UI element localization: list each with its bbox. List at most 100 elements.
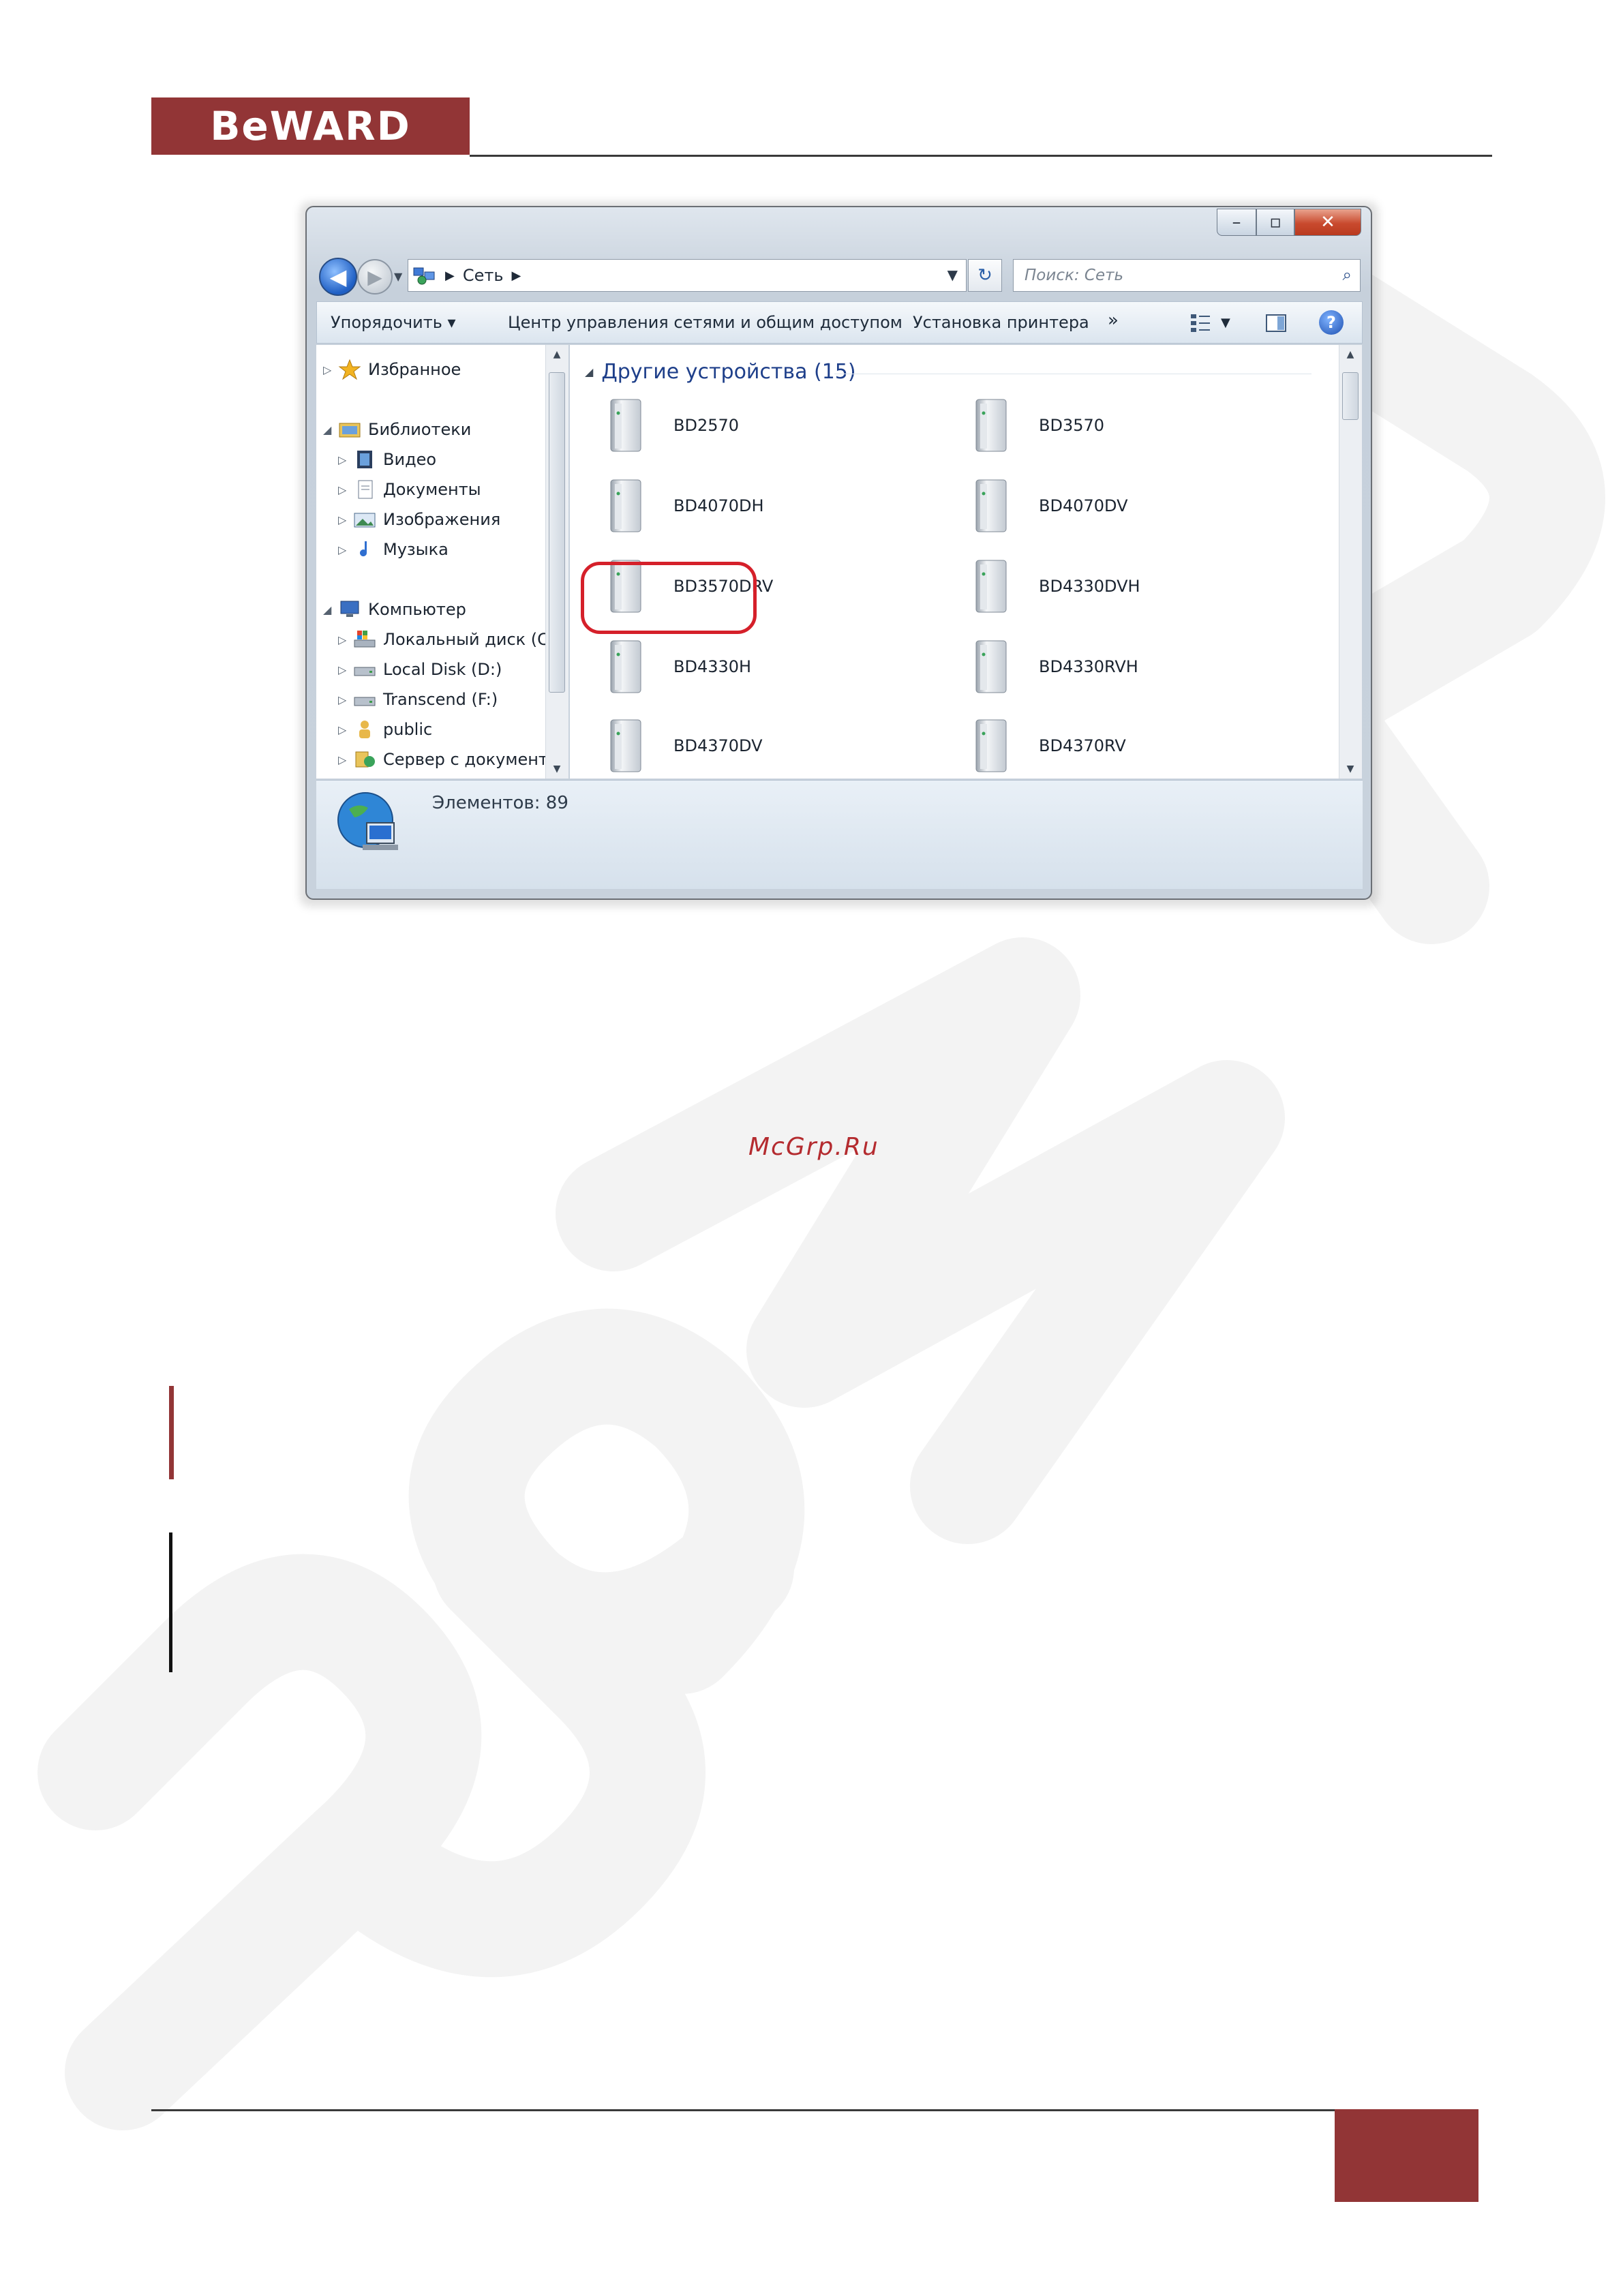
device-item[interactable]: BD4070DV bbox=[971, 477, 1128, 534]
collapse-arrow-icon[interactable]: ◢ bbox=[323, 603, 338, 616]
network-globe-icon bbox=[335, 789, 401, 857]
device-item[interactable]: BD4330DVH bbox=[971, 558, 1140, 615]
device-item[interactable]: BD4370RV bbox=[971, 717, 1126, 774]
add-printer-button[interactable]: Установка принтера bbox=[913, 313, 1089, 332]
nav-local-d[interactable]: ▷ Local Disk (D:) bbox=[338, 656, 502, 683]
libraries-icon bbox=[338, 419, 361, 440]
star-icon bbox=[338, 359, 361, 380]
scroll-up-icon[interactable]: ▲ bbox=[1339, 349, 1361, 360]
device-item[interactable]: BD4330H bbox=[605, 638, 751, 695]
refresh-button[interactable]: ↻ bbox=[968, 259, 1002, 292]
nav-label: Изображения bbox=[383, 510, 501, 529]
drive-icon bbox=[353, 659, 376, 680]
expand-arrow-icon[interactable]: ▷ bbox=[338, 633, 353, 646]
nav-server[interactable]: ▷ Сервер с документ bbox=[338, 746, 548, 773]
device-label: BD2570 bbox=[673, 416, 740, 435]
view-options-icon[interactable] bbox=[1189, 312, 1213, 335]
search-input[interactable]: Поиск: Сеть ⌕ bbox=[1013, 259, 1361, 292]
device-label: BD3570 bbox=[1039, 416, 1105, 435]
network-center-button[interactable]: Центр управления сетями и общим доступом bbox=[508, 313, 902, 332]
nav-local-c[interactable]: ▷ Локальный диск (C bbox=[338, 626, 549, 653]
scroll-down-icon[interactable]: ▼ bbox=[546, 764, 568, 774]
nav-public[interactable]: ▷ public bbox=[338, 716, 432, 743]
device-label: BD4330H bbox=[673, 657, 752, 676]
address-dropdown-icon[interactable]: ▼ bbox=[947, 267, 958, 283]
nav-transcend[interactable]: ▷ Transcend (F:) bbox=[338, 686, 498, 713]
breadcrumb-separator-icon[interactable]: ▶ bbox=[445, 269, 455, 283]
content-scrollbar[interactable]: ▲ ▼ bbox=[1339, 345, 1362, 779]
device-item[interactable]: BD3570 bbox=[971, 397, 1104, 454]
recent-pages-dropdown-icon[interactable]: ▼ bbox=[394, 270, 402, 283]
expand-arrow-icon[interactable]: ▷ bbox=[323, 363, 338, 376]
group-title: Другие устройства (15) bbox=[601, 360, 856, 384]
nav-documents[interactable]: ▷ Документы bbox=[338, 476, 481, 503]
more-commands-button[interactable]: » bbox=[1108, 310, 1119, 331]
address-bar[interactable]: ▶ Сеть ▶ ▼ bbox=[408, 259, 967, 292]
back-button[interactable]: ◀ bbox=[319, 258, 357, 296]
details-pane: Элементов: 89 bbox=[316, 780, 1363, 889]
preview-pane-icon[interactable] bbox=[1264, 312, 1288, 335]
nav-computer[interactable]: ◢ Компьютер bbox=[323, 596, 466, 623]
expand-arrow-icon[interactable]: ▷ bbox=[338, 543, 353, 556]
command-bar: Упорядочить ▾ Центр управления сетями и … bbox=[316, 301, 1363, 344]
items-count: Элементов: 89 bbox=[432, 793, 568, 813]
minimize-button[interactable]: – bbox=[1217, 209, 1256, 236]
breadcrumb-network[interactable]: Сеть bbox=[463, 266, 504, 285]
server-icon bbox=[353, 749, 376, 770]
user-folder-icon bbox=[353, 719, 376, 740]
expand-arrow-icon[interactable]: ▷ bbox=[338, 723, 353, 736]
device-item[interactable]: BD4330RVH bbox=[971, 638, 1138, 695]
navigation-pane: ▷ Избранное ◢ Библиотеки ▷ Видео ▷ Докум… bbox=[316, 345, 568, 779]
note-bar-black bbox=[169, 1532, 172, 1672]
nav-label: Компьютер bbox=[368, 600, 466, 619]
removable-drive-icon bbox=[353, 689, 376, 710]
device-label: BD4070DH bbox=[673, 496, 764, 515]
device-tower-icon bbox=[971, 477, 1012, 534]
close-button[interactable]: ✕ bbox=[1294, 209, 1361, 236]
page-number-box bbox=[1335, 2109, 1478, 2202]
collapse-arrow-icon[interactable]: ◢ bbox=[323, 423, 338, 436]
nav-libraries[interactable]: ◢ Библиотеки bbox=[323, 416, 471, 443]
documents-icon bbox=[353, 479, 376, 500]
images-icon bbox=[353, 509, 376, 530]
search-icon[interactable]: ⌕ bbox=[1343, 265, 1352, 284]
organize-button[interactable]: Упорядочить ▾ bbox=[331, 313, 456, 332]
breadcrumb-separator-icon[interactable]: ▶ bbox=[512, 269, 521, 283]
scroll-up-icon[interactable]: ▲ bbox=[546, 349, 568, 360]
device-tower-icon bbox=[605, 477, 646, 534]
nav-images[interactable]: ▷ Изображения bbox=[338, 506, 500, 533]
content-scroll-thumb[interactable] bbox=[1342, 372, 1359, 420]
device-item[interactable]: BD4070DH bbox=[605, 477, 764, 534]
expand-arrow-icon[interactable]: ▷ bbox=[338, 693, 353, 706]
maximize-button[interactable]: ▫ bbox=[1256, 209, 1294, 236]
expand-arrow-icon[interactable]: ▷ bbox=[338, 513, 353, 526]
nav-label: Библиотеки bbox=[368, 420, 472, 439]
nav-label: Сервер с документ bbox=[383, 750, 548, 769]
help-icon[interactable]: ? bbox=[1319, 310, 1344, 335]
device-item[interactable]: BD4370DV bbox=[605, 717, 763, 774]
view-dropdown-icon[interactable]: ▼ bbox=[1221, 316, 1230, 330]
music-icon bbox=[353, 539, 376, 560]
nav-favorites[interactable]: ▷ Избранное bbox=[323, 356, 461, 383]
expand-arrow-icon[interactable]: ▷ bbox=[338, 453, 353, 466]
beward-logo: BeWARD bbox=[151, 97, 470, 155]
nav-music[interactable]: ▷ Музыка bbox=[338, 536, 449, 563]
device-tower-icon bbox=[605, 397, 646, 454]
device-tower-icon bbox=[971, 397, 1012, 454]
video-icon bbox=[353, 449, 376, 470]
nav-label: Документы bbox=[383, 480, 481, 499]
nav-label: Избранное bbox=[368, 360, 461, 379]
forward-button[interactable]: ▶ bbox=[357, 259, 393, 294]
nav-scroll-thumb[interactable] bbox=[549, 372, 565, 693]
expand-arrow-icon[interactable]: ▷ bbox=[338, 753, 353, 766]
device-item[interactable]: BD2570 bbox=[605, 397, 739, 454]
nav-video[interactable]: ▷ Видео bbox=[338, 446, 436, 473]
expand-arrow-icon[interactable]: ▷ bbox=[338, 663, 353, 676]
group-collapse-icon[interactable]: ◢ bbox=[585, 365, 593, 378]
watermark-site: McGrp.Ru bbox=[748, 1133, 879, 1161]
group-header[interactable]: ◢ Другие устройства (15) bbox=[585, 360, 856, 384]
network-icon bbox=[412, 265, 437, 286]
scroll-down-icon[interactable]: ▼ bbox=[1339, 764, 1361, 774]
nav-scrollbar[interactable]: ▲ ▼ bbox=[545, 345, 568, 779]
expand-arrow-icon[interactable]: ▷ bbox=[338, 483, 353, 496]
